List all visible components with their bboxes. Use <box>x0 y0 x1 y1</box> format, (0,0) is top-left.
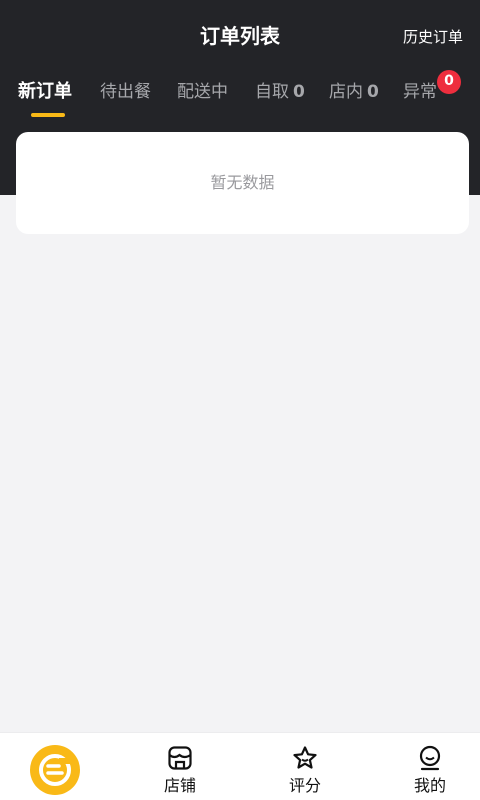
nav-item-store[interactable]: 店铺 <box>120 733 240 800</box>
orders-list-card: 暂无数据 <box>16 132 469 234</box>
tab-new-orders[interactable]: 新订单 <box>18 78 72 118</box>
nav-item-profile[interactable]: 我的 <box>370 733 480 800</box>
tab-count: 0 <box>367 82 379 102</box>
nav-label: 店铺 <box>163 776 196 795</box>
tab-count: 0 <box>293 82 305 102</box>
tab-awaiting-meal[interactable]: 待出餐 <box>100 78 151 118</box>
tab-label: 配送中 <box>177 82 228 102</box>
tab-label: 自取 <box>255 82 289 102</box>
nav-label: 我的 <box>413 776 446 795</box>
exceptions-count-badge: 0 <box>437 70 461 94</box>
tab-dine-in[interactable]: 店内 0 <box>329 78 379 118</box>
tab-label: 待出餐 <box>100 82 151 102</box>
history-orders-link[interactable]: 历史订单 <box>403 26 463 48</box>
nav-label: 评分 <box>288 776 321 795</box>
active-tab-indicator <box>31 113 65 117</box>
nav-item-ratings[interactable]: 评分 <box>245 733 365 800</box>
tab-label: 新订单 <box>18 81 72 102</box>
tab-self-pickup[interactable]: 自取 0 <box>255 78 305 118</box>
store-icon <box>168 746 192 770</box>
tab-label: 店内 <box>329 82 363 102</box>
tab-label: 异常 <box>403 82 437 102</box>
order-status-tabs: 新订单 待出餐 配送中 自取 0 店内 0 异常 <box>0 78 480 118</box>
tab-delivering[interactable]: 配送中 <box>177 78 228 118</box>
brand-logo-icon[interactable] <box>29 744 81 796</box>
empty-state-text: 暂无数据 <box>210 173 275 192</box>
star-icon <box>293 746 317 769</box>
profile-icon <box>419 745 441 771</box>
tab-exceptions[interactable]: 异常 <box>403 78 437 118</box>
